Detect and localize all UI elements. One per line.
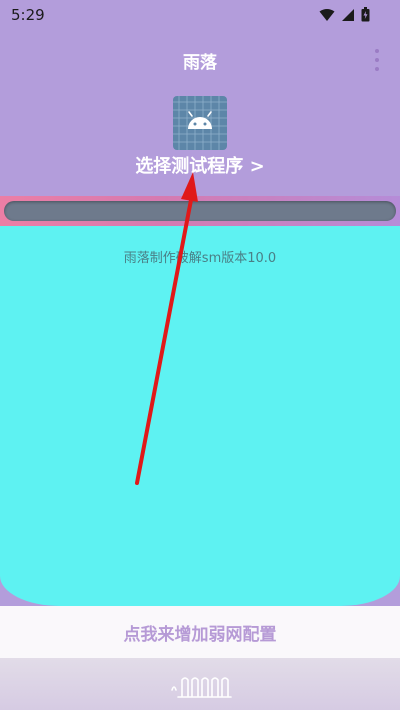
main-panel: 雨落制作破解sm版本10.0 [0, 226, 400, 606]
battery-icon [361, 7, 370, 26]
progress-bar [0, 196, 400, 226]
signal-wave-icon[interactable] [168, 672, 234, 704]
android-icon[interactable] [173, 96, 227, 150]
wifi-icon [319, 7, 335, 26]
add-weak-network-button[interactable]: 点我来增加弱网配置 [0, 606, 400, 658]
version-text: 雨落制作破解sm版本10.0 [123, 251, 277, 266]
select-program-button[interactable]: 选择测试程序 > [0, 152, 400, 178]
footer [0, 658, 400, 710]
progress-track [4, 201, 396, 221]
signal-icon [341, 7, 355, 26]
top-panel: 5:29 雨落 选择测试程序 > [0, 0, 400, 226]
app-title: 雨落 [183, 53, 217, 73]
status-bar: 5:29 [0, 0, 400, 28]
status-time: 5:29 [11, 6, 45, 24]
status-icons [319, 7, 370, 26]
more-vert-icon[interactable] [373, 49, 381, 71]
